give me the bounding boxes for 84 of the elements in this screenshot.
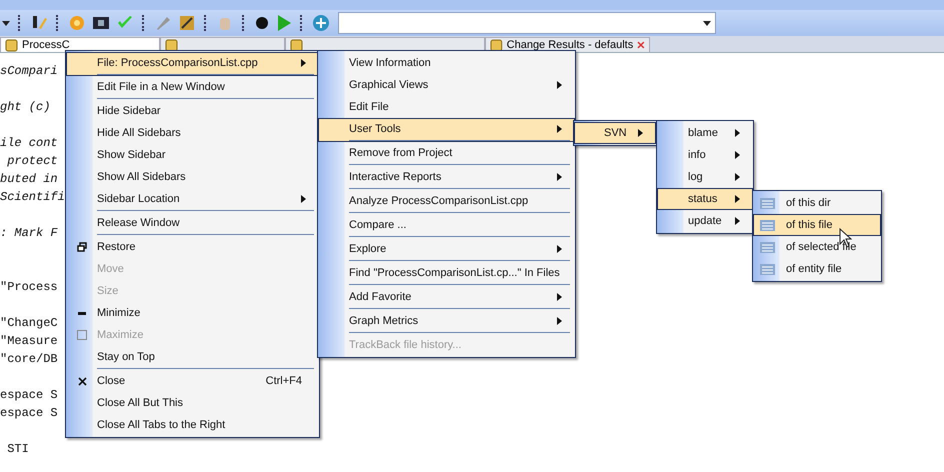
submenu-arrow-icon <box>735 173 740 181</box>
submenu-arrow-icon <box>301 195 306 203</box>
menu-item[interactable]: Edit File in a New Window <box>66 76 319 100</box>
menu-item[interactable]: Sidebar Location <box>66 188 319 212</box>
maximize-icon <box>77 330 87 340</box>
code-line: protect <box>6 154 58 168</box>
menu-item[interactable]: Add Favorite <box>318 286 575 310</box>
menu-item[interactable]: Hide All Sidebars <box>66 122 319 144</box>
pencil-icon[interactable] <box>30 14 48 32</box>
submenu-arrow-icon <box>557 317 562 325</box>
menu-item[interactable]: Graph Metrics <box>318 310 575 334</box>
close-icon[interactable] <box>637 41 645 49</box>
code-line: : Mark F <box>0 226 58 240</box>
code-line: ght (c) <box>0 100 50 114</box>
file-tab[interactable]: Change Results - defaults <box>485 37 650 52</box>
menu-item[interactable]: of this file <box>753 214 881 236</box>
menu-item[interactable]: User Tools <box>318 118 575 142</box>
menu-item[interactable]: Find "ProcessComparisonList.cp..." In Files <box>318 262 575 286</box>
search-field[interactable] <box>338 12 716 34</box>
submenu-arrow-icon <box>557 173 562 181</box>
scroll-icon <box>760 220 774 230</box>
submenu-arrow-icon <box>735 195 740 203</box>
code-line: Scientifi <box>0 190 65 204</box>
submenu-arrow-icon <box>557 245 562 253</box>
menu-item[interactable]: File: ProcessComparisonList.cpp <box>66 52 319 76</box>
menu-item[interactable]: Remove from Project <box>318 142 575 166</box>
record-icon[interactable] <box>254 15 270 31</box>
menu-item[interactable]: SVN <box>574 122 656 144</box>
scroll-icon <box>760 198 774 208</box>
menu-item[interactable]: Restore <box>66 236 319 258</box>
minimize-icon <box>78 312 86 314</box>
menu-item[interactable]: log <box>657 166 753 188</box>
menu-item[interactable]: blame <box>657 122 753 144</box>
menu-item[interactable]: Minimize <box>66 302 319 324</box>
code-line: sCompari <box>0 64 58 78</box>
file-tab[interactable]: ProcessC <box>0 37 160 52</box>
code-line: "Process <box>0 280 58 294</box>
menu-item[interactable]: status <box>657 188 753 210</box>
dropdown-icon[interactable] <box>703 20 711 26</box>
code-line: buted in <box>0 172 58 186</box>
menu-item[interactable]: of entity file <box>753 258 881 280</box>
submenu-arrow-icon <box>301 59 306 67</box>
submenu-arrow-icon <box>638 129 643 137</box>
menu-item[interactable]: of this dir <box>753 192 881 214</box>
scroll-icon <box>760 264 774 274</box>
menu-item[interactable]: Compare ... <box>318 214 575 238</box>
file-icon <box>490 38 503 52</box>
menu-item[interactable]: info <box>657 144 753 166</box>
menu-item[interactable]: View Information <box>318 52 575 74</box>
menu-item[interactable]: Close Ctrl+F4 <box>66 370 319 392</box>
menu-item[interactable]: Close All But This <box>66 392 319 414</box>
menu-item[interactable]: Graphical Views <box>318 74 575 96</box>
submenu-arrow-icon <box>557 293 562 301</box>
menu-item[interactable]: Stay on Top <box>66 346 319 370</box>
menu-item[interactable]: Interactive Reports <box>318 166 575 190</box>
submenu-arrow-icon <box>735 129 740 137</box>
dropdown-icon[interactable] <box>2 20 10 26</box>
file-icon <box>165 38 178 52</box>
menu-item[interactable]: Release Window <box>66 212 319 236</box>
add-icon[interactable] <box>312 14 330 32</box>
code-line: "Measure <box>0 334 58 348</box>
submenu-arrow-icon <box>735 217 740 225</box>
code-line: espace S <box>0 406 58 420</box>
menu-item[interactable]: Explore <box>318 238 575 262</box>
code-line: "ChangeC <box>0 316 58 330</box>
menu-item[interactable]: Hide Sidebar <box>66 100 319 122</box>
code-line: "core/DB <box>0 352 58 366</box>
menu-item[interactable]: Edit File <box>318 96 575 118</box>
code-line: STI <box>6 442 29 456</box>
close-icon <box>78 376 86 386</box>
menu-item[interactable]: update <box>657 210 753 232</box>
code-line: ile cont <box>0 136 58 150</box>
menu-item[interactable]: Show Sidebar <box>66 144 319 166</box>
submenu-arrow-icon <box>735 151 740 159</box>
file-icon <box>5 38 18 52</box>
menu-item[interactable]: Close All Tabs to the Right <box>66 414 319 436</box>
code-line: espace S <box>0 388 58 402</box>
submenu-arrow-icon <box>557 125 562 133</box>
restore-icon <box>77 242 87 252</box>
file-icon <box>290 38 303 52</box>
menu-item[interactable]: Show All Sidebars <box>66 166 319 188</box>
menu-item[interactable]: Analyze ProcessComparisonList.cpp <box>318 190 575 214</box>
scroll-icon <box>760 242 774 252</box>
submenu-arrow-icon <box>557 81 562 89</box>
